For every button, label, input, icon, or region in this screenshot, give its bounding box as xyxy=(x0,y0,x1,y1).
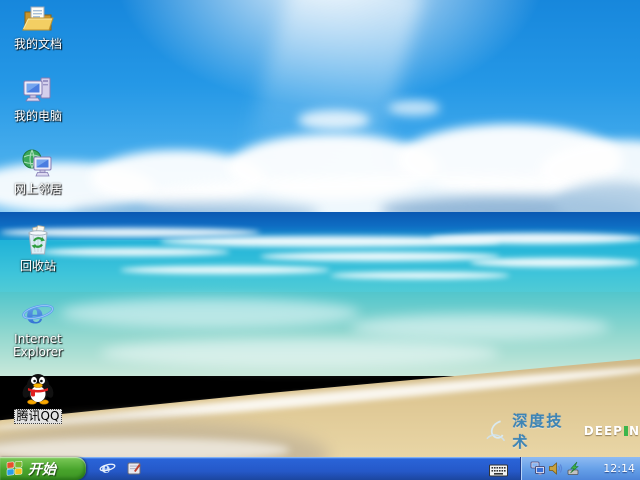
deepin-watermark: 深度技术 DEEP N xyxy=(484,410,640,452)
foam-patch xyxy=(60,298,360,328)
start-button[interactable]: 开始 xyxy=(0,457,86,480)
my-computer-icon xyxy=(21,74,55,108)
watermark-brand-en: DEEP N xyxy=(584,424,640,438)
start-button-label: 开始 xyxy=(28,459,56,479)
wave-foam xyxy=(260,252,500,261)
desktop-screen: 我的文档 我的电脑 xyxy=(0,0,640,480)
tencent-qq-icon-svg xyxy=(21,371,55,405)
keyboard-icon xyxy=(489,464,508,477)
system-tray[interactable]: 12:14 xyxy=(520,457,640,480)
cloud-shape xyxy=(298,110,370,130)
my-network-places-icon-svg xyxy=(21,147,55,181)
internet-explorer-icon: e xyxy=(21,297,55,331)
desktop-icon-tencent-qq[interactable]: 腾讯QQ xyxy=(2,371,74,424)
svg-text:e: e xyxy=(102,461,111,477)
my-network-places-icon xyxy=(21,147,55,181)
wave-foam xyxy=(330,272,510,279)
desktop-icon-recycle-bin[interactable]: 回收站 xyxy=(2,224,74,273)
desktop-icon-internet-explorer[interactable]: e Internet Explorer xyxy=(2,297,74,359)
foam-patch xyxy=(100,338,500,368)
windows-logo-icon xyxy=(6,461,23,476)
recycle-bin-icon xyxy=(21,224,55,258)
desktop-icon-my-computer[interactable]: 我的电脑 xyxy=(2,74,74,123)
quicklaunch-internet-explorer-icon[interactable]: e xyxy=(99,460,116,477)
input-method-keyboard-icon[interactable] xyxy=(489,462,508,475)
desktop-icon-label: 回收站 xyxy=(4,260,72,273)
internet-explorer-icon-svg: e xyxy=(21,297,55,331)
wave-foam xyxy=(430,233,640,244)
watermark-brand-en-suffix: N xyxy=(629,424,640,438)
svg-text:e: e xyxy=(26,297,44,330)
cloud-shape xyxy=(388,100,440,116)
internet-explorer-icon: e xyxy=(99,460,116,477)
show-desktop-icon xyxy=(127,461,142,476)
recycle-bin-icon-svg xyxy=(21,224,55,258)
desktop-icon-label: 我的电脑 xyxy=(4,110,72,123)
quicklaunch-show-desktop-icon[interactable] xyxy=(127,461,142,476)
desktop-icon-label: 腾讯QQ xyxy=(14,409,63,424)
taskbar[interactable]: 开始 e xyxy=(0,457,640,480)
watermark-green-bar xyxy=(624,426,628,436)
wave-foam xyxy=(120,266,330,274)
wave-foam xyxy=(470,258,640,267)
desktop-icon-label: Internet Explorer xyxy=(4,333,72,359)
desktop-icon-my-documents[interactable]: 我的文档 xyxy=(2,2,74,51)
taskbar-clock[interactable]: 12:14 xyxy=(603,457,635,480)
deepin-swirl-logo-icon xyxy=(484,418,507,444)
watermark-brand-en-prefix: DEEP xyxy=(584,424,623,438)
safely-remove-hardware-icon[interactable] xyxy=(566,461,581,476)
desktop-icon-label: 网上邻居 xyxy=(4,183,72,196)
my-documents-icon xyxy=(21,2,55,36)
tencent-qq-icon xyxy=(21,371,55,405)
desktop-icon-label: 我的文档 xyxy=(4,38,72,51)
foam-patch xyxy=(350,314,610,340)
wallpaper xyxy=(0,0,640,480)
network-icon[interactable] xyxy=(530,461,545,476)
volume-icon[interactable] xyxy=(548,461,563,476)
network-icon xyxy=(530,461,545,476)
safely-remove-hardware-icon xyxy=(566,461,581,476)
my-documents-icon-svg xyxy=(21,2,55,36)
desktop-icon-my-network-places[interactable]: 网上邻居 xyxy=(2,147,74,196)
my-computer-icon-svg xyxy=(21,74,55,108)
volume-icon xyxy=(548,461,563,476)
watermark-brand-cn: 深度技术 xyxy=(512,410,578,452)
